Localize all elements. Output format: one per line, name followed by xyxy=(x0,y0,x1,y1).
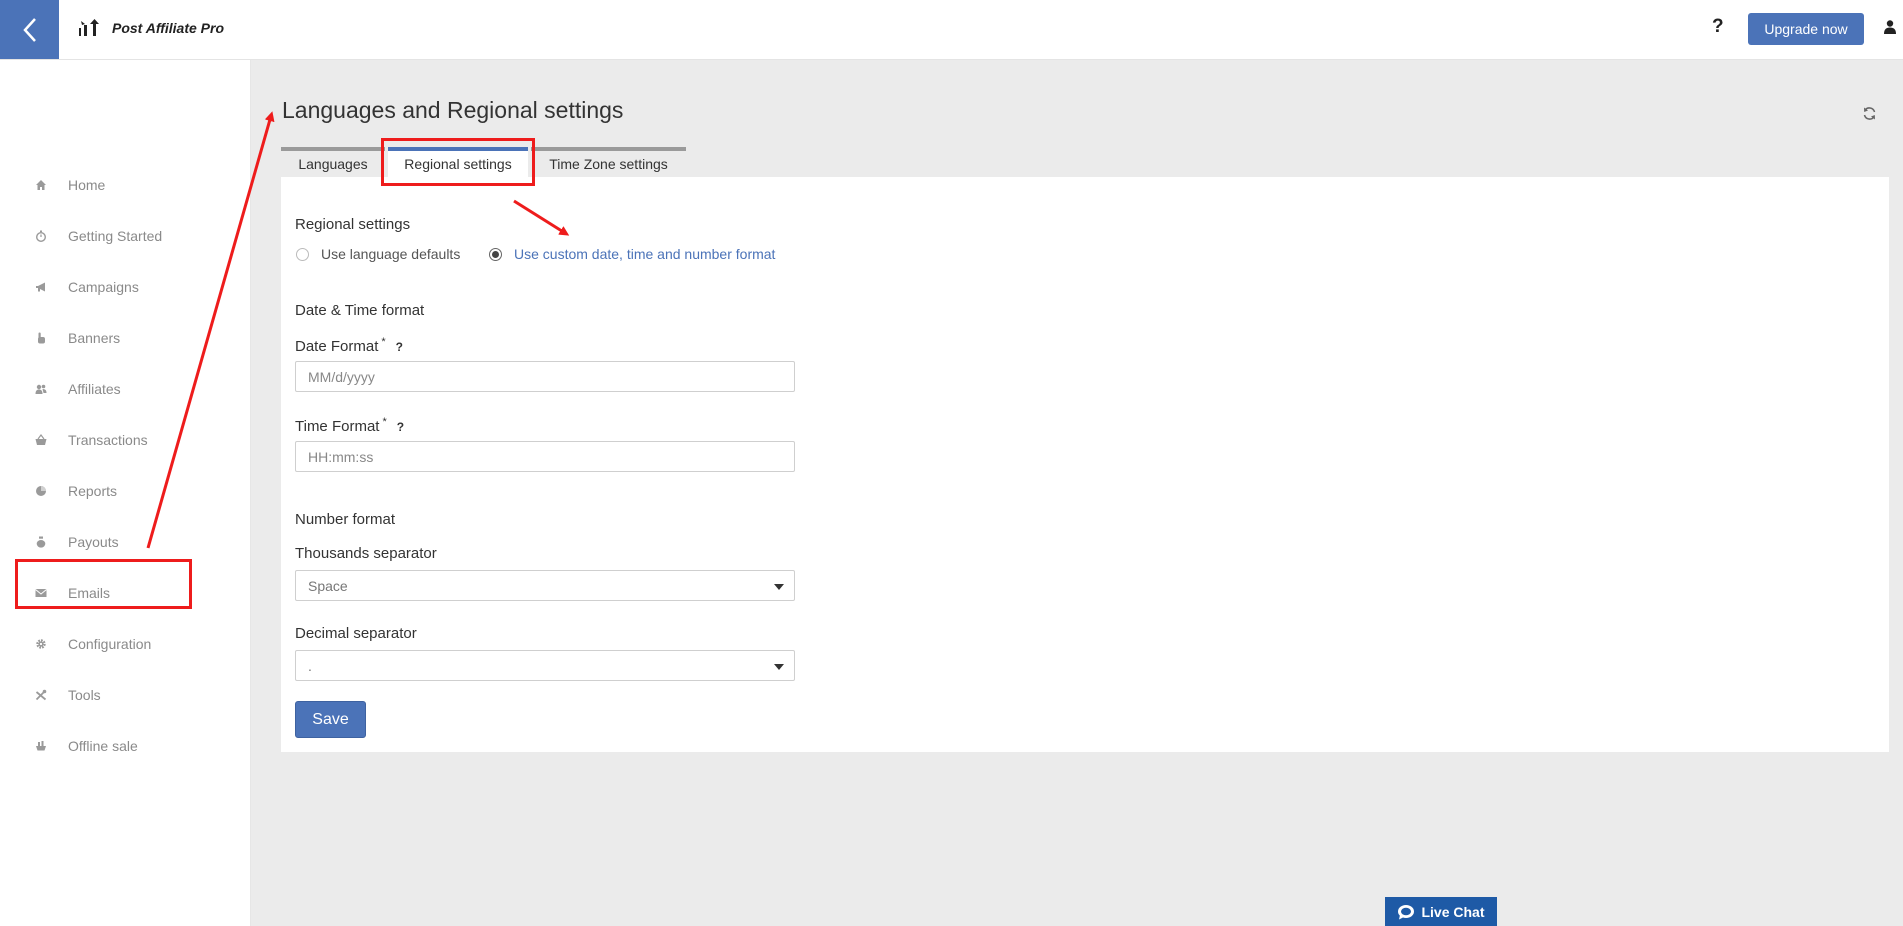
date-format-input[interactable] xyxy=(295,361,795,392)
sidebar-item-label: Transactions xyxy=(68,432,148,448)
basket-icon xyxy=(35,434,47,445)
sidebar-item-getting-started[interactable]: Getting Started xyxy=(0,216,250,256)
sidebar-item-reports[interactable]: Reports xyxy=(0,471,250,511)
sidebar-item-tools[interactable]: Tools xyxy=(0,675,250,715)
sidebar-item-label: Emails xyxy=(68,585,111,601)
live-chat-label: Live Chat xyxy=(1421,903,1485,920)
sidebar-item-label: Payouts xyxy=(68,534,119,550)
megaphone-icon xyxy=(36,282,45,292)
thousands-separator-value: Space xyxy=(308,577,348,594)
sidebar-item-label: Tools xyxy=(68,687,101,703)
save-button[interactable]: Save xyxy=(295,701,366,738)
sidebar-item-label: Banners xyxy=(68,330,121,346)
time-format-label-text: Time Format xyxy=(295,418,380,435)
hand-pointer-icon xyxy=(38,332,45,344)
decimal-separator-label: Decimal separator xyxy=(295,625,417,642)
sidebar-item-banners[interactable]: Banners xyxy=(0,318,250,358)
users-icon xyxy=(35,384,47,394)
thousands-separator-label: Thousands separator xyxy=(295,545,437,562)
offline-sale-icon xyxy=(36,741,46,751)
back-button[interactable] xyxy=(0,0,59,59)
caret-down-icon xyxy=(774,584,784,590)
money-bag-icon xyxy=(36,536,46,548)
sidebar-item-label: Affiliates xyxy=(68,381,121,397)
required-mark: * xyxy=(381,336,386,348)
time-format-label: Time Format *? xyxy=(295,416,404,435)
sidebar: Home Getting Started Campaigns Banners A… xyxy=(0,60,251,926)
help-icon[interactable]: ? xyxy=(1712,16,1724,38)
radio-custom-format[interactable] xyxy=(489,248,502,261)
sidebar-item-label: Home xyxy=(68,177,106,193)
radio-custom-format-label[interactable]: Use custom date, time and number format xyxy=(514,246,775,262)
number-format-heading: Number format xyxy=(295,511,396,528)
envelope-icon xyxy=(35,589,47,597)
time-format-input[interactable] xyxy=(295,441,795,472)
gear-icon xyxy=(36,639,46,649)
time-format-help-icon[interactable]: ? xyxy=(397,420,404,434)
tab-time-zone-settings[interactable]: Time Zone settings xyxy=(531,147,686,177)
tab-regional-settings[interactable]: Regional settings xyxy=(388,147,528,177)
radio-language-defaults[interactable] xyxy=(296,248,309,261)
sidebar-item-label: Offline sale xyxy=(68,738,138,754)
tools-icon xyxy=(35,689,47,701)
sidebar-item-home[interactable]: Home xyxy=(0,165,250,205)
upgrade-now-button[interactable]: Upgrade now xyxy=(1748,13,1864,45)
sidebar-item-offline-sale[interactable]: Offline sale xyxy=(0,726,250,766)
logo-arrows-icon xyxy=(79,19,99,36)
sidebar-item-configuration[interactable]: Configuration xyxy=(0,624,250,664)
sidebar-item-emails[interactable]: Emails xyxy=(0,573,250,613)
sidebar-item-label: Campaigns xyxy=(68,279,139,295)
date-format-help-icon[interactable]: ? xyxy=(396,340,403,354)
sidebar-item-label: Reports xyxy=(68,483,118,499)
logo[interactable]: Post Affiliate Pro xyxy=(78,19,224,37)
user-icon[interactable] xyxy=(1884,20,1896,34)
regional-settings-heading: Regional settings xyxy=(295,216,411,233)
chat-bubble-icon xyxy=(1398,904,1415,919)
live-chat-button[interactable]: Live Chat xyxy=(1385,897,1497,926)
sidebar-item-affiliates[interactable]: Affiliates xyxy=(0,369,250,409)
stopwatch-icon xyxy=(36,230,46,242)
sidebar-item-label: Configuration xyxy=(68,636,152,652)
home-icon xyxy=(36,180,46,190)
sidebar-item-transactions[interactable]: Transactions xyxy=(0,420,250,460)
date-time-heading: Date & Time format xyxy=(295,302,425,319)
pie-chart-icon xyxy=(36,486,46,496)
decimal-separator-select[interactable]: . xyxy=(295,650,795,681)
date-format-label-text: Date Format xyxy=(295,338,379,355)
caret-down-icon xyxy=(774,664,784,670)
thousands-separator-select[interactable]: Space xyxy=(295,570,795,601)
chevron-left-icon xyxy=(22,17,36,42)
radio-language-defaults-label[interactable]: Use language defaults xyxy=(321,246,460,262)
page-title: Languages and Regional settings xyxy=(282,97,624,123)
decimal-separator-value: . xyxy=(308,657,312,674)
sidebar-item-payouts[interactable]: Payouts xyxy=(0,522,250,562)
required-mark: * xyxy=(382,416,387,428)
app-name: Post Affiliate Pro xyxy=(112,20,225,36)
tab-languages[interactable]: Languages xyxy=(281,147,385,177)
sidebar-item-campaigns[interactable]: Campaigns xyxy=(0,267,250,307)
refresh-icon[interactable] xyxy=(1862,106,1877,121)
sidebar-item-label: Getting Started xyxy=(68,228,163,244)
date-format-label: Date Format *? xyxy=(295,336,403,355)
top-bar: Post Affiliate Pro ? Upgrade now xyxy=(0,0,1903,60)
